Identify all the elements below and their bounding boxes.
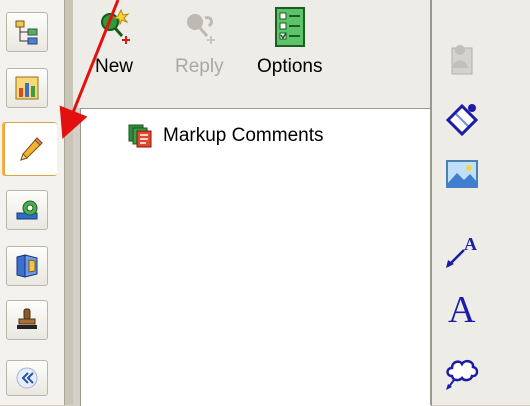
reply-icon — [187, 14, 216, 44]
stamp-icon — [17, 308, 37, 329]
rectangle-markup-icon — [445, 103, 479, 137]
left-tab-strip — [0, 0, 64, 405]
image-markup-tool[interactable] — [440, 152, 484, 196]
new-button-label: New — [95, 56, 134, 77]
reply-button[interactable]: Reply — [175, 6, 224, 78]
markup-comments-icon — [128, 124, 152, 148]
report-chart-icon — [15, 76, 39, 100]
tab-tree-structure[interactable] — [6, 12, 48, 52]
tree-item-markup-comments[interactable]: Markup Comments — [127, 123, 324, 149]
options-button[interactable]: Options — [257, 6, 322, 78]
tab-report-chart[interactable] — [6, 68, 48, 108]
tab-section-view[interactable] — [6, 246, 48, 286]
new-markup-icon — [101, 8, 130, 44]
svg-text:A: A — [464, 234, 477, 254]
reply-button-label: Reply — [175, 56, 224, 77]
svg-text:A: A — [448, 289, 476, 328]
document-person-icon — [451, 45, 473, 75]
cloud-markup-tool[interactable] — [440, 350, 484, 394]
markup-tree-panel: Markup Comments — [80, 108, 432, 406]
rectangle-markup-tool[interactable] — [440, 98, 484, 142]
options-checklist-icon — [274, 7, 305, 47]
image-markup-icon — [446, 160, 478, 188]
new-button[interactable]: New — [95, 6, 133, 78]
tab-markup[interactable] — [4, 122, 57, 176]
collapse-panel-button[interactable] — [6, 360, 48, 396]
leader-text-tool[interactable]: A — [440, 228, 484, 272]
measure-tape-icon — [16, 200, 38, 220]
document-person-tool[interactable] — [440, 36, 484, 80]
options-button-label: Options — [257, 56, 323, 77]
collapse-double-chevron-icon — [16, 367, 38, 389]
tab-strip-divider — [64, 0, 73, 405]
tab-measure[interactable] — [6, 190, 48, 230]
text-markup-icon: A — [448, 289, 476, 328]
tree-item-label: Markup Comments — [163, 125, 324, 146]
text-markup-tool[interactable]: A — [440, 286, 484, 330]
markup-toolbar: New Reply Options — [73, 0, 451, 108]
tree-structure-icon — [15, 20, 38, 45]
leader-text-icon: A — [446, 234, 477, 268]
section-view-icon — [16, 254, 38, 278]
cloud-markup-icon — [446, 359, 479, 390]
pencil-markup-icon — [20, 137, 43, 161]
tab-stamp[interactable] — [6, 300, 48, 340]
markup-tools-bar: A A — [430, 0, 530, 405]
